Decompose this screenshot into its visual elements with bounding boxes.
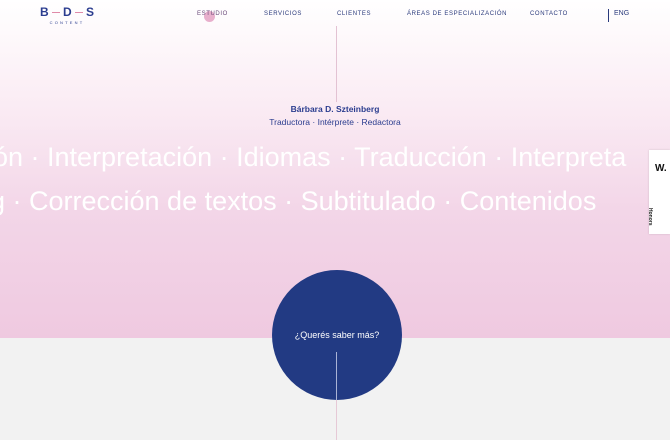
nav-item-estudio[interactable]: ESTUDIO — [197, 11, 228, 17]
awards-tab[interactable]: W. Honors — [647, 150, 670, 234]
logo-letter-s: S — [85, 5, 94, 19]
nav-item-areas[interactable]: ÁREAS DE ESPECIALIZACIÓN — [407, 11, 507, 17]
marquee-row-1: ón · Interpretación · Idiomas · Traducci… — [0, 142, 627, 172]
logo[interactable]: B D S CONTENT — [40, 5, 94, 27]
nav-item-clientes[interactable]: CLIENTES — [337, 11, 371, 17]
language-separator — [608, 9, 609, 22]
language-switch[interactable]: ENG — [614, 10, 629, 17]
awards-label: Honors — [647, 208, 653, 226]
awwwards-icon: W. — [655, 163, 667, 174]
more-info-label: ¿Querés saber más? — [294, 330, 380, 340]
logo-letter-b: B — [40, 5, 49, 19]
more-info-button[interactable]: ¿Querés saber más? — [272, 270, 402, 400]
nav-item-contacto[interactable]: CONTACTO — [530, 11, 568, 17]
logo-letter-d: D — [62, 5, 72, 19]
logo-subtitle: CONTENT — [49, 20, 85, 25]
hero-name: Bárbara D. Szteinberg — [290, 104, 380, 114]
nav-item-servicios[interactable]: SERVICIOS — [264, 11, 302, 17]
top-divider-line — [336, 26, 337, 102]
hero-roles: Traductora · Intérprete · Redactora — [269, 117, 401, 127]
marquee-row-2: g · Corrección de textos · Subtitulado ·… — [0, 186, 597, 216]
logo-dash — [74, 11, 83, 13]
logo-dash — [51, 11, 60, 13]
cta-divider-line — [336, 352, 337, 400]
